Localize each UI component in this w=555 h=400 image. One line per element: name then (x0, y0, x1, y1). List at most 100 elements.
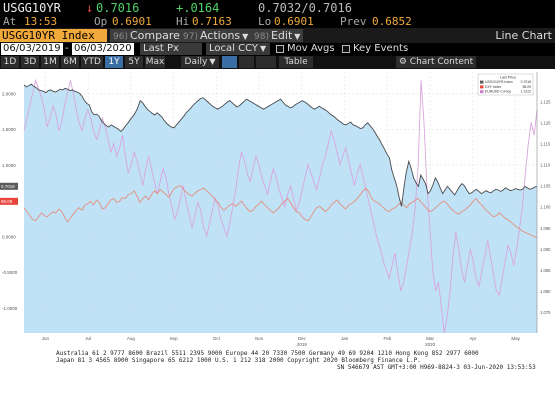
right-axis-tick: 1.110 (540, 163, 551, 168)
chart-svg: 2.00001.50001.00000.50000.0000-0.5000-1.… (0, 72, 551, 347)
field-select[interactable]: Last Px (140, 43, 202, 55)
right-axis-tick: 1.115 (540, 142, 551, 147)
start-date-field[interactable]: 06/03/2019 (1, 43, 63, 55)
x-axis-year-label: 2019 (297, 342, 308, 347)
chart-content-button[interactable]: ⚙ Chart Content (396, 56, 476, 68)
right-axis-tick: 1.080 (540, 289, 551, 294)
edit-label: Edit (270, 29, 293, 42)
mov-avgs-label: Mov Avgs (287, 43, 335, 54)
chevron-down-icon: ▼ (242, 32, 249, 41)
legend-entry-value: 98.09 (523, 85, 532, 89)
period-button-1d[interactable]: 1D (1, 56, 19, 68)
compare-number: 96) (113, 32, 128, 42)
actions-label: Actions (199, 29, 241, 42)
right-axis-tick: 1.120 (540, 121, 551, 126)
last-time: 13:53 (24, 15, 58, 28)
high-value: 0.7163 (192, 15, 232, 28)
frequency-label: Daily (184, 57, 208, 67)
x-axis-label: Jun (42, 336, 50, 341)
x-axis-label: Mar (426, 336, 434, 341)
field-select-label: Last Px (143, 43, 179, 54)
line-chart: 2.00001.50001.00000.50000.0000-0.5000-1.… (0, 69, 555, 350)
table-label: Table (284, 57, 308, 67)
legend-swatch (480, 80, 484, 84)
legend-entry-value: 0.7016 (521, 80, 531, 84)
legend-swatch (480, 85, 484, 89)
x-axis-label: Feb (383, 336, 391, 341)
period-row: 1D 3D 1M 6M YTD 1Y 5Y Max Daily ▼ Table ⚙ Chart … (0, 56, 555, 69)
annotate-tool-button[interactable] (239, 56, 254, 68)
period-button-max[interactable]: Max (145, 56, 165, 68)
actions-number: 97) (183, 32, 198, 42)
compare-label: Compare (129, 29, 180, 42)
legend-entry-name: EURUSD Curncy (485, 90, 511, 94)
at-label: At (3, 15, 17, 28)
edit-button[interactable]: 98) Edit ▼ (251, 29, 304, 42)
line-tool-button[interactable] (222, 56, 237, 68)
down-arrow-icon: ↓ (86, 1, 94, 15)
chevron-down-icon: ▼ (294, 32, 301, 41)
x-axis-label: May (511, 336, 520, 341)
right-axis-tick: 1.075 (540, 310, 551, 315)
chevron-down-icon: ▼ (209, 57, 216, 66)
mov-avgs-checkbox[interactable] (276, 45, 284, 53)
ticker-label: USGG10YR (3, 1, 61, 15)
x-axis-label: Aug (127, 336, 136, 341)
zoom-tool-button[interactable] (256, 56, 276, 68)
legend-entry-name: DXY Index (485, 85, 501, 89)
x-axis-label: Sep (170, 336, 179, 341)
left-axis-tick: 0.0000 (2, 234, 16, 239)
prev-label: Prev (340, 15, 367, 28)
settings-row: 06/03/2019 - 06/03/2020 Last Px Local CC… (0, 43, 555, 56)
security-field[interactable]: USGG10YR Index (0, 29, 107, 42)
action-bar: USGG10YR Index 96) Compare 97) Actions ▼ 98… (0, 28, 555, 43)
left-axis-tick: 1.5000 (2, 127, 16, 132)
x-axis-label: Jul (85, 336, 91, 341)
currency-select[interactable]: Local CCY ▼ (206, 43, 270, 55)
legend-swatch (480, 90, 484, 94)
x-axis-label: Dec (298, 336, 307, 341)
ohlc-row: At 13:53 Op 0.6901 Hi 0.7163 Lo 0.6901 P… (0, 14, 555, 28)
chart-type-title: Line Chart (495, 29, 552, 42)
net-change: +.0164 (176, 1, 220, 15)
compare-button[interactable]: 96) Compare (110, 29, 183, 42)
right-axis-tick: 1.105 (540, 184, 551, 189)
open-label: Op (94, 15, 108, 28)
quote-row: USGG10YR ↓ 0.7016 +.0164 0.7032/0.7016 (0, 0, 555, 15)
period-button-5y[interactable]: 5Y (125, 56, 143, 68)
gear-icon: ⚙ (398, 57, 407, 67)
chart-content-label: Chart Content (409, 57, 474, 67)
key-events-checkbox[interactable] (342, 45, 350, 53)
actions-button[interactable]: 97) Actions ▼ (180, 29, 252, 42)
period-button-1y[interactable]: 1Y (105, 56, 123, 68)
frequency-select[interactable]: Daily ▼ (181, 56, 219, 68)
period-button-ytd[interactable]: YTD (81, 56, 103, 68)
low-value: 0.6901 (274, 15, 314, 28)
last-value-tag-text: 0.7016 (1, 184, 15, 189)
right-axis-tick: 1.125 (540, 99, 551, 104)
right-axis-tick: 1.085 (540, 268, 551, 273)
open-value: 0.6901 (112, 15, 152, 28)
x-axis-label: Oct (213, 336, 221, 341)
last-value-tag-text: 98.09 (1, 199, 13, 204)
legend-header: Last Price (500, 76, 516, 80)
end-date-field[interactable]: 06/03/2020 (72, 43, 134, 55)
low-label: Lo (258, 15, 272, 28)
x-axis-label: Apr (469, 336, 477, 341)
bid-ask: 0.7032/0.7016 (258, 1, 352, 15)
right-axis-tick: 1.095 (540, 226, 551, 231)
period-button-3d[interactable]: 3D (21, 56, 39, 68)
period-button-1m[interactable]: 1M (41, 56, 59, 68)
key-events-label: Key Events (353, 43, 409, 54)
left-axis-tick: -0.5000 (2, 270, 18, 275)
currency-select-label: Local CCY (209, 43, 258, 54)
legend-entry-value: 1.1222 (521, 90, 531, 94)
period-button-6m[interactable]: 6M (61, 56, 79, 68)
table-button[interactable]: Table (279, 56, 313, 68)
edit-number: 98) (254, 32, 269, 42)
prev-value: 0.6852 (372, 15, 412, 28)
footer-line-3: SN 546679 AST GMT+3:00 H969-8824-3 03-Ju… (337, 364, 536, 371)
left-axis-tick: 1.0000 (2, 163, 16, 168)
left-axis-tick: -1.0000 (2, 306, 18, 311)
right-axis-tick: 1.090 (540, 247, 551, 252)
